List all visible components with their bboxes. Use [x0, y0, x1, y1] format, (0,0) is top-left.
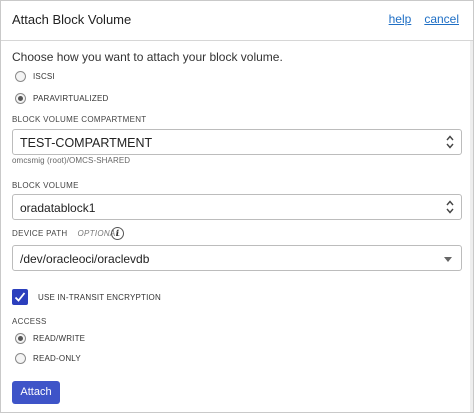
block-volume-select[interactable]: oradatablock1	[12, 194, 462, 220]
attach-button[interactable]: Attach	[12, 381, 60, 404]
scrollbar[interactable]	[470, 41, 473, 412]
radio-iscsi-control[interactable]	[15, 71, 26, 82]
radio-read-write-control[interactable]	[15, 333, 26, 344]
cancel-link[interactable]: cancel	[424, 12, 459, 26]
device-path-value: /dev/oracleoci/oraclevdb	[20, 252, 150, 266]
radio-paravirtualized-label: PARAVIRTUALIZED	[33, 94, 109, 103]
block-volume-value: oradatablock1	[20, 201, 96, 215]
up-down-arrows-icon	[446, 200, 454, 214]
encryption-checkbox-row[interactable]: USE IN-TRANSIT ENCRYPTION	[12, 289, 161, 305]
block-volume-label: BLOCK VOLUME	[12, 181, 79, 190]
device-path-label-text: DEVICE PATH	[12, 229, 68, 238]
dialog-title: Attach Block Volume	[12, 12, 132, 27]
checkmark-icon	[14, 292, 26, 302]
help-link[interactable]: help	[389, 12, 412, 26]
up-down-arrows-icon	[446, 135, 454, 149]
radio-paravirtualized[interactable]: PARAVIRTUALIZED	[15, 93, 108, 104]
compartment-select[interactable]: TEST-COMPARTMENT	[12, 129, 462, 155]
attach-type-prompt: Choose how you want to attach your block…	[12, 50, 283, 64]
encryption-checkbox[interactable]	[12, 289, 28, 305]
compartment-value: TEST-COMPARTMENT	[20, 136, 153, 150]
header-links: help cancel	[389, 12, 459, 26]
radio-read-only-control[interactable]	[15, 353, 26, 364]
device-path-select[interactable]: /dev/oracleoci/oraclevdb	[12, 245, 462, 271]
radio-paravirtualized-control[interactable]	[15, 93, 26, 104]
dialog-header: Attach Block Volume help cancel	[1, 1, 473, 41]
radio-read-only-label: READ-ONLY	[33, 354, 81, 363]
compartment-label: BLOCK VOLUME COMPARTMENT	[12, 115, 147, 124]
info-icon[interactable]: i	[111, 227, 124, 240]
compartment-helper-text: omcsmig (root)/OMCS-SHARED	[12, 156, 131, 165]
chevron-down-icon	[444, 257, 452, 262]
device-path-label: DEVICE PATH OPTIONAL	[12, 229, 120, 238]
radio-read-write-label: READ/WRITE	[33, 334, 86, 343]
encryption-label: USE IN-TRANSIT ENCRYPTION	[38, 292, 161, 302]
attach-block-volume-dialog: Attach Block Volume help cancel Choose h…	[0, 0, 474, 413]
access-label: ACCESS	[12, 317, 47, 326]
radio-read-write[interactable]: READ/WRITE	[15, 333, 85, 344]
radio-read-only[interactable]: READ-ONLY	[15, 353, 81, 364]
radio-iscsi[interactable]: ISCSI	[15, 71, 55, 82]
radio-iscsi-label: ISCSI	[33, 72, 55, 81]
